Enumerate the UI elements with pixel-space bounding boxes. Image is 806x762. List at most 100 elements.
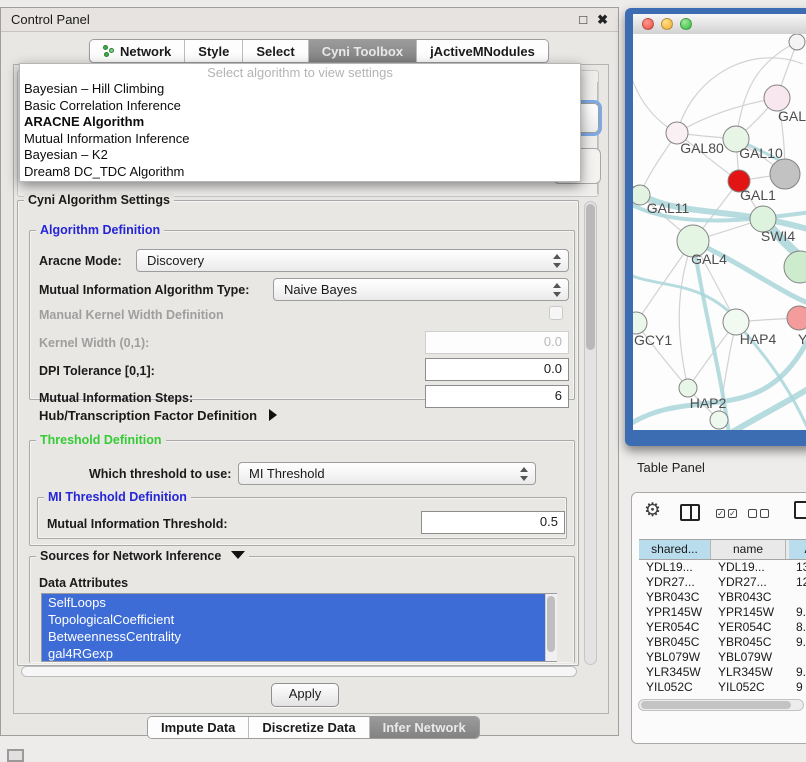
- tab-label: Select: [256, 44, 294, 59]
- attributes-list-scrollbar[interactable]: [545, 594, 557, 661]
- dropdown-item[interactable]: ARACNE Algorithm: [20, 114, 580, 131]
- table-cell: 8.: [789, 620, 806, 635]
- column-header[interactable]: A: [789, 540, 806, 559]
- select-all-checkboxes-icon[interactable]: ✓ ✓: [716, 509, 737, 518]
- split-columns-icon[interactable]: [680, 504, 700, 521]
- combo-spinner-icon: [519, 467, 528, 481]
- tab-infer-network[interactable]: Infer Network: [370, 717, 479, 738]
- close-traffic-light[interactable]: [642, 18, 654, 30]
- tab-cyni-toolbox[interactable]: Cyni Toolbox: [309, 40, 417, 62]
- tab-select[interactable]: Select: [243, 40, 308, 62]
- attribute-list-item[interactable]: BetweennessCentrality: [42, 628, 556, 645]
- tab-style[interactable]: Style: [185, 40, 243, 62]
- kernel-width-label: Kernel Width (0,1):: [39, 336, 149, 350]
- network-edge[interactable]: [729, 386, 806, 430]
- manual-kernel-width-label: Manual Kernel Width Definition: [39, 308, 224, 322]
- data-attributes-list[interactable]: SelfLoopsTopologicalCoefficientBetweenne…: [41, 593, 557, 662]
- table-cell: YPR145W: [711, 605, 786, 620]
- deselect-all-checkboxes-icon[interactable]: [748, 509, 769, 518]
- close-window-icon[interactable]: ✖: [597, 12, 608, 28]
- combo-spinner-icon: [552, 254, 561, 268]
- network-node[interactable]: [789, 34, 805, 50]
- table-row[interactable]: YIL052CYIL052C9: [639, 680, 806, 695]
- column-header[interactable]: shared...: [639, 540, 711, 559]
- tab-jactivemnodules[interactable]: jActiveMNodules: [417, 40, 548, 62]
- dropdown-item[interactable]: Basic Correlation Inference: [20, 98, 580, 115]
- scrollbar-thumb[interactable]: [641, 701, 791, 709]
- network-node[interactable]: [770, 159, 800, 189]
- network-node[interactable]: [633, 312, 647, 334]
- settings-horizontal-scrollbar[interactable]: [21, 666, 577, 677]
- hub-definition-expander[interactable]: Hub/Transcription Factor Definition: [39, 408, 277, 423]
- network-node-label: GAL: [778, 108, 806, 124]
- dropdown-item[interactable]: Bayesian – Hill Climbing: [20, 81, 580, 98]
- table-tool-icon[interactable]: [794, 501, 806, 519]
- network-node[interactable]: [710, 411, 728, 429]
- table-row[interactable]: YBL079WYBL079W: [639, 650, 806, 665]
- table-row[interactable]: YBR043CYBR043C: [639, 590, 806, 605]
- network-graph: GALGAL80GAL10GAL1GAL11SWI4GAL4GCY1HAP4YH…: [633, 34, 806, 430]
- column-header[interactable]: name: [711, 540, 786, 559]
- combo-spinner-icon: [552, 283, 561, 297]
- table-row[interactable]: YLR345WYLR345W9.: [639, 665, 806, 680]
- network-node-label: HAP4: [740, 331, 777, 347]
- table-horizontal-scrollbar[interactable]: [638, 699, 804, 711]
- attribute-list-item[interactable]: SelfLoops: [42, 594, 556, 611]
- table-row[interactable]: YDL19...YDL19...13: [639, 560, 806, 575]
- minimize-traffic-light[interactable]: [661, 18, 673, 30]
- collapse-arrow-icon: [231, 551, 245, 559]
- network-edge[interactable]: [633, 64, 677, 133]
- group-title: Cyni Algorithm Settings: [24, 193, 174, 207]
- dpi-tolerance-field[interactable]: 0.0: [425, 358, 569, 381]
- tab-discretize-data[interactable]: Discretize Data: [249, 717, 369, 738]
- dropdown-item[interactable]: Mutual Information Inference: [20, 131, 580, 148]
- apply-button[interactable]: Apply: [271, 683, 339, 707]
- dropdown-item[interactable]: Bayesian – K2: [20, 147, 580, 164]
- tab-network[interactable]: Network: [90, 40, 185, 62]
- table-cell: YER054C: [711, 620, 786, 635]
- network-canvas[interactable]: GALGAL80GAL10GAL1GAL11SWI4GAL4GCY1HAP4YH…: [633, 34, 806, 430]
- table-row[interactable]: YER054CYER054C8.: [639, 620, 806, 635]
- network-node-label: HAP2: [690, 395, 727, 411]
- table-row[interactable]: YPR145WYPR145W9.: [639, 605, 806, 620]
- minimized-window-icon[interactable]: [7, 749, 24, 762]
- algorithm-dropdown: Select algorithm to view settings Bayesi…: [19, 63, 581, 182]
- manual-kernel-width-checkbox[interactable]: [549, 306, 563, 320]
- dropdown-item[interactable]: Dream8 DC_TDC Algorithm: [20, 164, 580, 181]
- which-threshold-combobox[interactable]: MI Threshold: [238, 462, 536, 485]
- mi-algorithm-type-combobox[interactable]: Naive Bayes: [273, 278, 569, 301]
- scrollbar-thumb[interactable]: [547, 596, 555, 652]
- table-cell: 9: [789, 680, 806, 695]
- network-node-label: GAL80: [680, 140, 724, 156]
- mi-threshold-field[interactable]: 0.5: [421, 511, 565, 534]
- network-node[interactable]: [784, 251, 806, 283]
- table-cell: YIL052C: [711, 680, 786, 695]
- attribute-list-item[interactable]: TopologicalCoefficient: [42, 611, 556, 628]
- scrollbar-thumb[interactable]: [586, 204, 595, 350]
- network-edge[interactable]: [677, 98, 777, 133]
- which-threshold-value: MI Threshold: [249, 466, 325, 481]
- table-cell: 12: [789, 575, 806, 590]
- gear-icon[interactable]: ⚙: [644, 501, 661, 520]
- table-row[interactable]: YDR27...YDR27...12: [639, 575, 806, 590]
- control-panel-window: Control Panel □ ✖ Network Style Select C…: [0, 7, 619, 736]
- aracne-mode-combobox[interactable]: Discovery: [136, 249, 569, 272]
- tab-label: Cyni Toolbox: [322, 44, 403, 59]
- table-cell: YPR145W: [639, 605, 711, 620]
- control-panel-titlebar: Control Panel □ ✖: [1, 8, 618, 32]
- attribute-list-item[interactable]: gal4RGexp: [42, 645, 556, 662]
- kernel-width-field[interactable]: 0.0: [425, 331, 569, 354]
- zoom-traffic-light[interactable]: [680, 18, 692, 30]
- network-node[interactable]: [787, 306, 806, 330]
- table-cell: YIL052C: [639, 680, 711, 695]
- float-window-icon[interactable]: □: [579, 12, 587, 27]
- tab-impute-data[interactable]: Impute Data: [148, 717, 249, 738]
- table-cell: YBL079W: [639, 650, 711, 665]
- mi-steps-field[interactable]: 6: [425, 385, 569, 408]
- settings-vertical-scrollbar[interactable]: [584, 201, 597, 665]
- unchecked-box-icon: [760, 509, 769, 518]
- sources-title[interactable]: Sources for Network Inference: [36, 549, 249, 563]
- table-row[interactable]: YBR045CYBR045C9.: [639, 635, 806, 650]
- table-cell: 13: [789, 560, 806, 575]
- dropdown-prompt: Select algorithm to view settings: [20, 64, 580, 81]
